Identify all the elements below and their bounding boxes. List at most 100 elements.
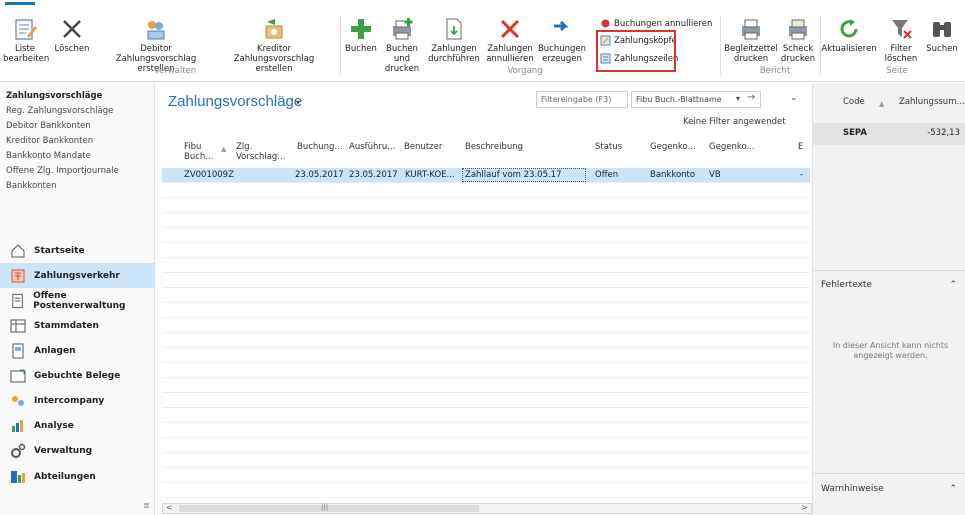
- warnings-title[interactable]: Warnhinweise: [821, 484, 884, 494]
- debitor-coins-icon: [147, 21, 165, 40]
- filter-field-dropdown-icon[interactable]: ▾: [736, 94, 740, 103]
- nav-section-posted-documents[interactable]: Gebuchte Belege: [0, 363, 155, 388]
- nav-item-bank-accounts[interactable]: Bankkonten: [6, 179, 119, 194]
- post-and-print-button[interactable]: Buchen und drucken: [380, 16, 424, 74]
- table-row: [162, 318, 810, 333]
- print-slip-button[interactable]: Begleitzettel drucken: [724, 16, 778, 65]
- nav-item-registered-proposals[interactable]: Reg. Zahlungsvorschläge: [6, 104, 119, 119]
- printer-icon: [742, 19, 760, 40]
- apply-filter-arrow-icon[interactable]: →: [744, 92, 758, 107]
- posted-documents-icon: [10, 369, 26, 382]
- table-row: [162, 288, 810, 303]
- warnings-collapse-icon[interactable]: ⌃: [949, 484, 957, 494]
- cancel-entries-button[interactable]: Buchungen annullieren: [600, 18, 712, 29]
- edit-list-icon: [15, 19, 37, 40]
- nav-section-administration[interactable]: Verwaltung: [0, 438, 155, 463]
- nav-section-label: Stammdaten: [34, 320, 99, 331]
- cell-buchung: 23.05.2017: [295, 170, 344, 180]
- column-header-gegenkonto-art[interactable]: Gegenko...: [650, 142, 696, 152]
- factbox-col-sum[interactable]: Zahlungssum...: [899, 97, 965, 107]
- nav-section-open-items[interactable]: Offene Postenverwaltung: [0, 288, 155, 313]
- table-row: [162, 258, 810, 273]
- column-header-e[interactable]: E: [798, 142, 803, 152]
- edit-list-label-1: Liste: [14, 44, 36, 54]
- clear-filter-button[interactable]: Filter löschen: [881, 16, 921, 65]
- create-entries-button[interactable]: Buchungen erzeugen: [536, 16, 588, 65]
- cell-beschreibung[interactable]: Zahllauf vom 23.05.17: [462, 168, 586, 182]
- nav-item-bank-mandates[interactable]: Bankkonto Mandate: [6, 149, 119, 164]
- horizontal-scrollbar[interactable]: < ||| >: [162, 503, 812, 514]
- departments-icon: [11, 470, 25, 483]
- nav-section-startseite[interactable]: Startseite: [0, 238, 155, 263]
- column-header-gegenkonto-nr[interactable]: Gegenko...: [709, 142, 755, 152]
- post-button[interactable]: Buchen: [344, 16, 378, 55]
- filter-input[interactable]: Filtereingabe (F3): [536, 91, 628, 108]
- column-header-status[interactable]: Status: [595, 142, 622, 152]
- nav-item-payment-proposals[interactable]: Zahlungsvorschläge: [6, 89, 119, 104]
- printer-plus-icon: [393, 18, 413, 40]
- table-row: [162, 213, 810, 228]
- error-texts-collapse-icon[interactable]: ⌃: [949, 280, 957, 290]
- factbox-sort-icon: ▲: [879, 100, 885, 108]
- error-texts-title[interactable]: Fehlertexte: [821, 280, 872, 290]
- title-dropdown-icon[interactable]: ▾: [296, 98, 300, 107]
- cell-benutzer: KURT-KOE...: [405, 170, 455, 180]
- filter-field-value: Fibu Buch.-Blattname: [636, 95, 722, 104]
- find-button[interactable]: Suchen: [922, 16, 962, 55]
- scroll-right-icon[interactable]: >: [801, 503, 808, 512]
- delete-button[interactable]: Löschen: [50, 16, 94, 55]
- debitor-label-1: Debitor: [140, 44, 172, 54]
- cancel-payments-label-2: annullieren: [486, 53, 534, 64]
- column-header-ausfuehrung[interactable]: Ausführu...: [349, 142, 395, 152]
- edit-list-button[interactable]: Liste bearbeiten: [3, 16, 49, 65]
- factbox-col-code[interactable]: Code: [843, 97, 865, 107]
- scroll-thumb[interactable]: [179, 505, 479, 512]
- expand-filter-chevron-icon[interactable]: ⌄: [790, 93, 798, 103]
- nav-section-intercompany[interactable]: Intercompany: [0, 388, 155, 413]
- plus-icon: [351, 19, 371, 39]
- collapse-nav-icon[interactable]: ≣: [143, 501, 150, 510]
- factbox-row-sum: -532,13: [927, 128, 960, 138]
- nav-section-label: Zahlungsverkehr: [34, 270, 120, 281]
- nav-section-master-data[interactable]: Stammdaten: [0, 313, 155, 338]
- table-row: [162, 453, 810, 468]
- print-check-button[interactable]: Scheck drucken: [778, 16, 818, 65]
- ribbon-tab-strip: [0, 0, 965, 8]
- column-header-benutzer[interactable]: Benutzer: [404, 142, 442, 152]
- main-content: Zahlungsvorschläge ▾ Filtereingabe (F3) …: [156, 83, 812, 515]
- nav-section-departments[interactable]: Abteilungen: [0, 464, 155, 489]
- home-icon: [11, 243, 25, 257]
- table-row: [162, 228, 810, 243]
- table-row: [162, 273, 810, 288]
- column-header-zlg[interactable]: Zlg. Vorschlag...: [236, 142, 286, 162]
- print-check-label-1: Scheck: [782, 44, 814, 54]
- group-label-seite: Seite: [886, 66, 908, 76]
- nav-item-debitor-bank-accounts[interactable]: Debitor Bankkonten: [6, 119, 119, 134]
- nav-section-label: Abteilungen: [34, 471, 96, 482]
- factbox-pane: Code ▲ Zahlungssum... SEPA -532,13 Fehle…: [812, 83, 965, 515]
- table-row: [162, 483, 810, 498]
- factbox-divider: [813, 473, 965, 474]
- nav-section-analysis[interactable]: Analyse: [0, 413, 155, 438]
- kreditor-label-2: Zahlungsvorschlag erstellen: [233, 53, 315, 74]
- nav-item-kreditor-bank-accounts[interactable]: Kreditor Bankkonten: [6, 134, 119, 149]
- nav-section-assets[interactable]: Anlagen: [0, 338, 155, 363]
- empty-view-message: In dieser Ansicht kann nichts angezeigt …: [832, 341, 949, 361]
- column-header-beschreibung[interactable]: Beschreibung: [465, 142, 523, 152]
- factbox-row[interactable]: SEPA -532,13: [813, 123, 965, 145]
- nav-section-label: Verwaltung: [34, 445, 93, 456]
- cell-status: Offen: [595, 170, 619, 180]
- scroll-left-icon[interactable]: <: [166, 503, 173, 512]
- kreditor-proposal-button[interactable]: Kreditor Zahlungsvorschlag erstellen: [214, 16, 334, 74]
- nav-item-import-journals[interactable]: Offene Zlg. Importjournale: [6, 164, 119, 179]
- refresh-button[interactable]: Aktualisieren: [820, 16, 878, 55]
- column-header-fibu[interactable]: Fibu Buch...: [184, 142, 224, 162]
- nav-section-zahlungsverkehr[interactable]: Zahlungsverkehr: [0, 263, 155, 288]
- filter-field-select[interactable]: Fibu Buch.-Blattname ▾ →: [631, 91, 761, 108]
- table-row: [162, 243, 810, 258]
- column-header-buchung[interactable]: Buchung...: [297, 142, 343, 152]
- execute-payments-button[interactable]: Zahlungen durchführen: [426, 16, 482, 65]
- table-row[interactable]: ZV001009Z 23.05.2017 23.05.2017 KURT-KOE…: [162, 168, 810, 183]
- refresh-icon: [840, 19, 858, 38]
- cancel-payments-button[interactable]: Zahlungen annullieren: [484, 16, 536, 65]
